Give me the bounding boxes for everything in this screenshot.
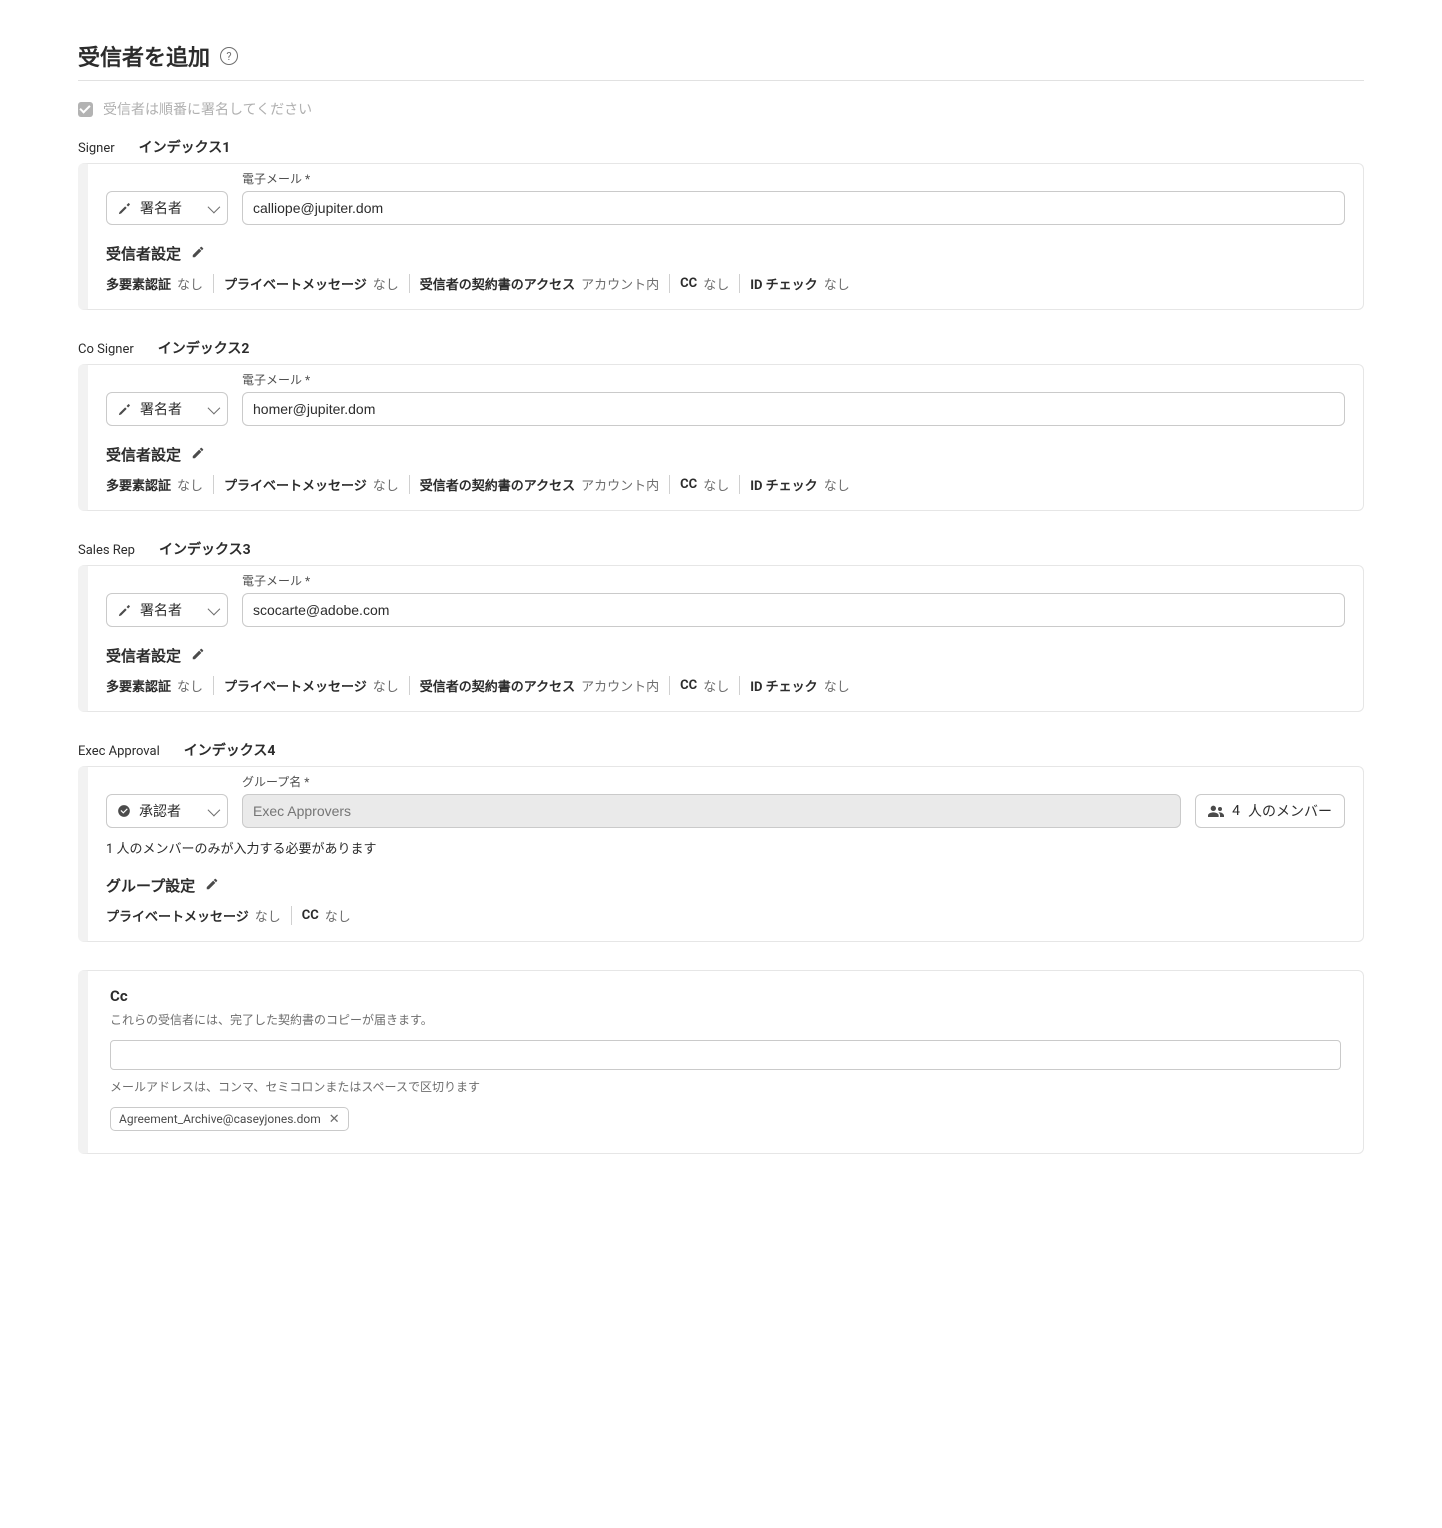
email-label: 電子メール * [242, 371, 1345, 388]
edit-settings-icon[interactable] [191, 245, 205, 263]
role-selector-label: 署名者 [140, 198, 182, 218]
recipient-settings-title: 受信者設定 [106, 645, 181, 666]
recipient-card: 署名者 電子メール * 受信者設定 多要素認証なし プライベートメッセージなし … [78, 364, 1364, 511]
chevron-down-icon [208, 200, 221, 213]
recipient-role-name: Exec Approval [78, 744, 160, 759]
role-selector-label: 承認者 [139, 801, 181, 821]
pen-nib-icon [117, 201, 132, 216]
help-icon[interactable]: ? [220, 47, 238, 65]
recipient-card: 署名者 電子メール * 受信者設定 多要素認証なし プライベートメッセージなし … [78, 163, 1364, 310]
group-note: 1 人のメンバーのみが入力する必要があります [106, 838, 1345, 857]
group-settings-title: グループ設定 [106, 875, 195, 896]
edit-settings-icon[interactable] [191, 446, 205, 464]
chevron-down-icon [208, 401, 221, 414]
email-input[interactable] [242, 392, 1345, 426]
recipient-index-label: インデックス3 [159, 539, 251, 559]
pen-nib-icon [117, 603, 132, 618]
group-name-input[interactable] [242, 794, 1181, 828]
role-selector[interactable]: 署名者 [106, 191, 228, 225]
cc-email-input[interactable] [110, 1040, 1341, 1070]
recipient-index-label: インデックス2 [158, 338, 250, 358]
recipient-card: 承認者 グループ名 * 4 人のメンバー 1 人のメンバーのみが入力する必要があ… [78, 766, 1364, 942]
chevron-down-icon [208, 602, 221, 615]
edit-settings-icon[interactable] [205, 877, 219, 895]
recipient-role-name: Signer [78, 141, 115, 156]
edit-settings-icon[interactable] [191, 647, 205, 665]
pen-nib-icon [117, 402, 132, 417]
recipient-index-label: インデックス1 [139, 137, 231, 157]
recipient-role-name: Co Signer [78, 342, 134, 357]
email-label: 電子メール * [242, 170, 1345, 187]
role-selector[interactable]: 署名者 [106, 593, 228, 627]
recipient-index-label: インデックス4 [184, 740, 276, 760]
settings-summary: プライベートメッセージなし CCなし [106, 906, 1345, 925]
role-selector-label: 署名者 [140, 399, 182, 419]
cc-tag-label: Agreement_Archive@caseyjones.dom [119, 1112, 321, 1126]
settings-summary: 多要素認証なし プライベートメッセージなし 受信者の契約書のアクセスアカウント内… [106, 475, 1345, 494]
member-suffix: 人のメンバー [1248, 801, 1332, 821]
people-icon [1208, 804, 1224, 818]
role-selector[interactable]: 承認者 [106, 794, 228, 828]
email-input[interactable] [242, 191, 1345, 225]
sign-in-order-label: 受信者は順番に署名してください [103, 99, 312, 119]
settings-summary: 多要素認証なし プライベートメッセージなし 受信者の契約書のアクセスアカウント内… [106, 676, 1345, 695]
check-circle-icon [117, 804, 131, 818]
sign-in-order-checkbox[interactable] [78, 102, 93, 117]
email-input[interactable] [242, 593, 1345, 627]
cc-tag: Agreement_Archive@caseyjones.dom ✕ [110, 1107, 349, 1131]
page-title: 受信者を追加 [78, 40, 210, 72]
member-count: 4 [1232, 803, 1240, 819]
recipient-settings-title: 受信者設定 [106, 243, 181, 264]
group-name-label: グループ名 * [242, 773, 1181, 790]
cc-title: Cc [110, 987, 1341, 1005]
settings-summary: 多要素認証なし プライベートメッセージなし 受信者の契約書のアクセスアカウント内… [106, 274, 1345, 293]
role-selector-label: 署名者 [140, 600, 182, 620]
cc-hint: メールアドレスは、コンマ、セミコロンまたはスペースで区切ります [110, 1078, 1341, 1095]
role-selector[interactable]: 署名者 [106, 392, 228, 426]
members-button[interactable]: 4 人のメンバー [1195, 794, 1345, 828]
recipient-role-name: Sales Rep [78, 543, 135, 558]
cc-description: これらの受信者には、完了した契約書のコピーが届きます。 [110, 1011, 1341, 1028]
recipient-card: 署名者 電子メール * 受信者設定 多要素認証なし プライベートメッセージなし … [78, 565, 1364, 712]
email-label: 電子メール * [242, 572, 1345, 589]
cc-card: Cc これらの受信者には、完了した契約書のコピーが届きます。 メールアドレスは、… [78, 970, 1364, 1154]
chevron-down-icon [208, 803, 221, 816]
recipient-settings-title: 受信者設定 [106, 444, 181, 465]
remove-tag-icon[interactable]: ✕ [329, 1113, 340, 1126]
